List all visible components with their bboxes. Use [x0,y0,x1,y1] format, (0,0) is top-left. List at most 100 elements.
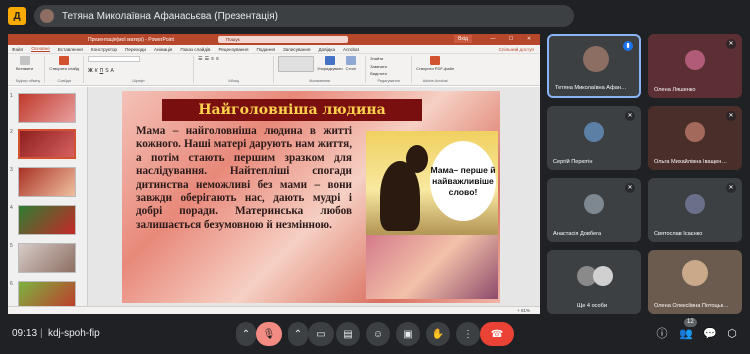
menu-slideshow[interactable]: Показ слайдів [180,47,210,52]
avatar [593,266,613,286]
mic-off-icon: ✕ [625,111,635,121]
ribbon-paragraph-group: ☰ ☰ ≡ ≡ Абзац [194,56,275,83]
ppt-menu-bar: Файл Основне Вставлення Конструктор Пере… [8,45,540,54]
participant-name: Олена Ляшенко [654,87,696,93]
replace-label: Замінити [370,63,387,69]
participants-count-badge: 12 [684,318,697,327]
menu-animation[interactable]: Анімація [154,47,172,52]
hang-up-button[interactable]: ☎ [480,322,514,346]
present-button[interactable]: ▣ [396,322,420,346]
separator: | [40,328,43,339]
replace-button[interactable]: Замінити [370,64,407,69]
create-pdf-button[interactable]: Створити PDF-файл [416,56,454,71]
emoji-button[interactable]: ☺ [366,322,390,346]
mic-off-icon: ✕ [726,183,736,193]
chat-icon[interactable]: 💬 [702,326,718,342]
participant-name: Тетяна Миколаївна Афан… [555,85,627,91]
menu-file[interactable]: Файл [12,47,23,52]
ppt-window-title: Презентація(мої матері) - PowerPoint [88,36,174,43]
slide-body-text: Мама – найголовніша людина в житті кожно… [136,125,352,231]
audio-options-chevron-icon[interactable]: ⌃ [236,322,256,346]
thumbnail-number: 2 [10,129,13,135]
menu-transitions[interactable]: Переходи [125,47,146,52]
paste-label: Вставити [16,66,34,71]
ppt-close-icon[interactable]: ✕ [522,35,536,43]
activities-icon[interactable]: ⬡ [724,326,740,342]
ribbon-slides-group: Створити слайд Слайди [45,56,85,83]
select-label: Виділити [370,71,387,77]
camera-button[interactable]: ▭ [308,322,334,346]
shapes-gallery[interactable] [278,56,315,72]
menu-home[interactable]: Основне [31,46,50,52]
mic-off-icon: ✕ [726,39,736,49]
participant-tile-others[interactable]: Ще 4 особи [547,250,641,314]
paste-button[interactable]: Вставити [16,56,33,71]
editing-group-label: Редагування [377,78,400,83]
font-name-field[interactable] [88,56,141,62]
thumbnail-image [18,243,76,273]
ppt-sign-in-button[interactable]: Вхід [454,35,472,43]
thumbnail-1[interactable]: 1 [10,93,76,123]
avatar [584,122,604,142]
thumbnail-2[interactable]: 2 [10,129,76,159]
info-icon[interactable]: ⓘ [654,326,670,342]
avatar [685,50,705,70]
avatar [685,122,705,142]
mic-off-button[interactable]: 🎙 [256,322,282,346]
ppt-maximize-icon[interactable]: ☐ [504,35,518,43]
menu-view[interactable]: Подання [256,47,275,52]
ribbon-editing-group: Знайти Замінити Виділити Редагування [366,56,413,83]
presenter-chip[interactable]: Тетяна Миколаївна Афанасьєва (Презентаці… [34,5,574,27]
video-options-chevron-icon[interactable]: ⌃ [288,322,308,346]
ppt-minimize-icon[interactable]: — [486,35,500,43]
find-button[interactable]: Знайти [370,56,407,61]
people-icon[interactable]: 👥 [678,326,694,342]
participant-tile-8[interactable]: Олена Олексіївна Потоцьк… [648,250,742,314]
thumbnail-5[interactable]: 5 [10,243,76,273]
participant-tile-2[interactable]: ✕ Олена Ляшенко [648,34,742,98]
arrange-label: Упорядкувати [317,66,343,71]
participant-tile-4[interactable]: ✕ Ольга Михайлівна Іващен… [648,106,742,170]
new-slide-label: Створити слайд [49,66,80,71]
menu-design[interactable]: Конструктор [91,47,117,52]
menu-help[interactable]: Довідка [319,47,336,52]
participant-tile-6[interactable]: ✕ Святослав Ісаєнко [648,178,742,242]
more-options-button[interactable]: ⋮ [456,322,480,346]
styles-button[interactable]: Стилі [346,56,356,71]
menu-acrobat[interactable]: Acrobat [343,47,359,52]
speaking-icon: ▮ [623,41,633,51]
zoom-level[interactable]: + 61% [517,308,530,313]
arrange-icon [324,56,335,65]
participant-name: Анастасія Довбега [553,231,602,237]
menu-insert[interactable]: Вставлення [58,47,83,52]
thumbnail-3[interactable]: 3 [10,167,76,197]
thumbnail-number: 6 [10,281,13,287]
current-slide[interactable]: Найголовніша людина Мама – найголовніша … [122,91,500,303]
thumbnail-number: 3 [10,167,13,173]
menu-review[interactable]: Рецензування [219,47,249,52]
participant-tile-1[interactable]: ▮ Тетяна Миколаївна Афан… [547,34,641,98]
menu-record[interactable]: Записування [283,47,310,52]
participant-name: Святослав Ісаєнко [654,231,703,237]
ribbon-clipboard-group: Вставити Буфер обміну [12,56,46,83]
participant-tile-5[interactable]: ✕ Анастасія Довбега [547,178,641,242]
new-slide-button[interactable]: Створити слайд [49,56,79,71]
captions-button[interactable]: ▤ [336,322,360,346]
ribbon-drawing-group: Упорядкувати Стилі Малювання [274,56,367,83]
select-button[interactable]: Виділити [370,71,407,76]
thumbnail-number: 5 [10,243,13,249]
find-label: Знайти [370,56,384,61]
ppt-title-bar: Презентація(мої матері) - PowerPoint Пош… [8,34,540,45]
app-logo-icon: Д [8,7,26,25]
ppt-ribbon: Вставити Буфер обміну Створити слайд Сла… [8,54,540,86]
create-pdf-label: Створити PDF-файл [416,66,455,71]
share-button[interactable]: Спільний доступ [499,47,534,52]
ppt-search-input[interactable]: Пошук [218,36,348,43]
drawing-group-label: Малювання [309,79,330,83]
participant-tile-3[interactable]: ✕ Сергій Перютін [547,106,641,170]
thumbnail-4[interactable]: 4 [10,205,76,235]
participant-name: Олена Олексіївна Потоцьк… [654,303,729,309]
adobe-group-label: Adobe Acrobat [422,79,448,83]
raise-hand-button[interactable]: ✋ [426,322,450,346]
arrange-button[interactable]: Упорядкувати [317,56,343,71]
